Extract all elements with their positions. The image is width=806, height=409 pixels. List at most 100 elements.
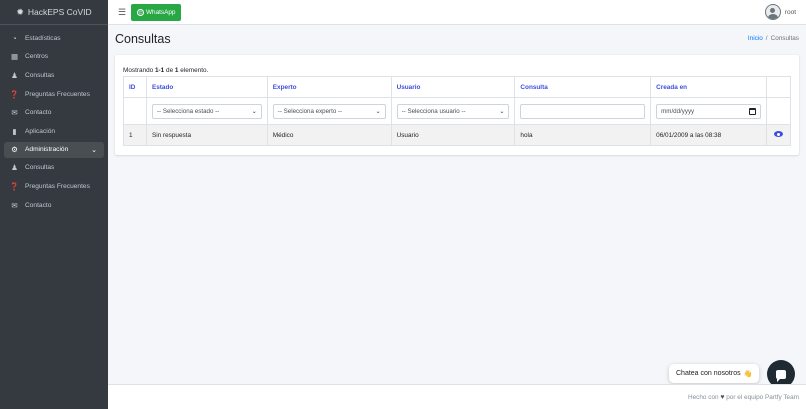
calendar-icon[interactable] [748, 107, 756, 115]
whatsapp-button[interactable]: ✆ WhatsApp [131, 4, 182, 21]
column-header-estado[interactable]: Estado [145, 76, 268, 98]
whatsapp-label: WhatsApp [146, 9, 176, 16]
envelope-icon: ✉ [11, 108, 18, 118]
fecha-filter-placeholder: mm/dd/yyyy [661, 107, 695, 115]
filter-cell-usuario: -- Selecciona usuario -- ⌄ [390, 97, 516, 125]
brand[interactable]: ✹ HackEPS CoVID [0, 0, 108, 25]
chevron-down-icon: ⌄ [251, 108, 257, 115]
cell-estado: Sin respuesta [145, 124, 268, 146]
fecha-filter-input[interactable]: mm/dd/yyyy [656, 103, 761, 119]
user-name: root [784, 8, 796, 16]
cell-id: 1 [123, 124, 147, 146]
cell-experto: Médico [266, 124, 392, 146]
footer-prefix: Hecho con [688, 394, 719, 401]
sidebar-item-consultas[interactable]: ♟ Consultas [0, 66, 108, 85]
column-header-creada-en[interactable]: Creada en [650, 76, 767, 98]
experto-select[interactable]: -- Selecciona experto -- ⌄ [272, 103, 386, 119]
sidebar-item-contacto[interactable]: ✉ Contacto [0, 103, 108, 122]
consultas-card: Mostrando 1-1 de 1 elemento. ID Estado E… [115, 55, 799, 155]
table-row[interactable]: 1 Sin respuesta Médico Usuario hola 06/0… [123, 124, 792, 146]
page-title: Consultas [115, 32, 171, 46]
sidebar: ✹ HackEPS CoVID ◔ Estadísticas ▦ Centros… [0, 0, 108, 409]
estado-select[interactable]: -- Selecciona estado -- ⌄ [151, 103, 262, 119]
sidebar-item-label: Aplicación [25, 127, 56, 135]
experto-select-value: -- Selecciona experto -- [277, 107, 343, 115]
breadcrumb-home-link[interactable]: Inicio [748, 35, 763, 42]
sidebar-item-admin-contacto[interactable]: ✉ Contacto [0, 196, 108, 215]
virus-icon: ✹ [16, 6, 24, 17]
brand-name: HackEPS CoVID [27, 7, 92, 17]
mobile-icon: ▮ [12, 126, 17, 136]
chat-invite-bubble[interactable]: Chatea con nosotros 👋 [669, 364, 760, 383]
top-navbar: ☰ ✆ WhatsApp root [108, 0, 806, 25]
whatsapp-icon: ✆ [137, 9, 144, 16]
breadcrumb-separator: / [765, 35, 768, 42]
column-header-experto[interactable]: Experto [266, 76, 392, 98]
consultas-table: ID Estado Experto Usuario Consulta Cread… [123, 76, 792, 146]
filter-row: -- Selecciona estado -- ⌄ -- Selecciona … [123, 97, 792, 125]
filter-cell-experto: -- Selecciona experto -- ⌄ [266, 97, 392, 125]
sidebar-item-label: Contacto [25, 201, 52, 209]
footer: Hecho con ♥ por el equipo Partfy Team [108, 384, 806, 409]
breadcrumb: Inicio / Consultas [748, 35, 799, 42]
chevron-down-icon: ⌄ [91, 146, 97, 154]
summary-middle: de [164, 67, 175, 74]
sidebar-item-label: Preguntas Frecuentes [25, 182, 90, 190]
cell-consulta: hola [514, 124, 652, 146]
question-icon: ❓ [9, 89, 20, 99]
sidebar-item-centros[interactable]: ▦ Centros [0, 48, 108, 67]
sidebar-item-label: Consultas [25, 164, 55, 172]
user-icon: ♟ [11, 70, 18, 80]
sidebar-item-label: Preguntas Frecuentes [25, 90, 90, 98]
table-header-row: ID Estado Experto Usuario Consulta Cread… [123, 76, 792, 98]
sidebar-item-label: Consultas [25, 71, 55, 79]
chat-invite-label: Chatea con nosotros [676, 370, 741, 377]
chevron-down-icon: ⌄ [375, 108, 381, 115]
consulta-filter-input[interactable] [520, 103, 646, 119]
waving-hand-icon: 👋 [743, 370, 753, 378]
sidebar-item-estadisticas[interactable]: ◔ Estadísticas [0, 29, 108, 48]
column-header-consulta[interactable]: Consulta [514, 76, 652, 98]
estado-select-value: -- Selecciona estado -- [156, 107, 220, 115]
chevron-down-icon: ⌄ [499, 108, 505, 115]
sidebar-item-admin-consultas[interactable]: ♟ Consultas [0, 159, 108, 178]
filter-cell-creada-en: mm/dd/yyyy [650, 97, 767, 125]
summary-suffix: elemento. [178, 67, 209, 74]
filter-cell-actions [765, 97, 792, 125]
summary-prefix: Mostrando [123, 67, 155, 74]
footer-suffix: por el equipo Partfy Team [726, 394, 799, 401]
column-header-usuario[interactable]: Usuario [390, 76, 516, 98]
cell-actions [765, 124, 792, 146]
dashboard-icon: ◔ [12, 33, 17, 43]
chat-icon [776, 369, 786, 382]
question-icon: ❓ [9, 181, 20, 191]
summary-range: 1-1 [154, 67, 165, 74]
user-menu[interactable]: root [764, 4, 796, 20]
sidebar-item-aplicacion[interactable]: ▮ Aplicación [0, 122, 108, 141]
building-icon: ▦ [10, 52, 19, 62]
sidebar-item-admin-preguntas-frecuentes[interactable]: ❓ Preguntas Frecuentes [0, 177, 108, 196]
filter-cell-id [123, 97, 147, 125]
sidebar-item-preguntas-frecuentes[interactable]: ❓ Preguntas Frecuentes [0, 85, 108, 104]
sidebar-nav: ◔ Estadísticas ▦ Centros ♟ Consultas ❓ P… [0, 25, 108, 214]
user-icon: ♟ [11, 163, 18, 173]
breadcrumb-current: Consultas [770, 35, 799, 42]
footer-text: Hecho con ♥ por el equipo Partfy Team [688, 394, 799, 401]
heart-icon: ♥ [720, 394, 725, 401]
sidebar-item-label: Administración [25, 146, 69, 154]
sidebar-item-administracion[interactable]: ⚙ Administración ⌄ [4, 141, 104, 158]
sidebar-item-label: Contacto [25, 109, 52, 117]
avatar [764, 4, 781, 20]
sidebar-item-label: Centros [25, 53, 49, 61]
envelope-icon: ✉ [11, 200, 18, 210]
results-summary: Mostrando 1-1 de 1 elemento. [123, 67, 208, 74]
cell-usuario: Usuario [390, 124, 516, 146]
usuario-select-value: -- Selecciona usuario -- [401, 107, 466, 115]
column-header-id[interactable]: ID [123, 76, 147, 98]
sidebar-item-label: Estadísticas [25, 34, 61, 42]
eye-icon[interactable] [773, 131, 783, 137]
usuario-select[interactable]: -- Selecciona usuario -- ⌄ [396, 103, 510, 119]
column-header-actions [765, 76, 792, 98]
menu-toggle-icon[interactable]: ☰ [118, 7, 126, 18]
filter-cell-consulta [514, 97, 652, 125]
